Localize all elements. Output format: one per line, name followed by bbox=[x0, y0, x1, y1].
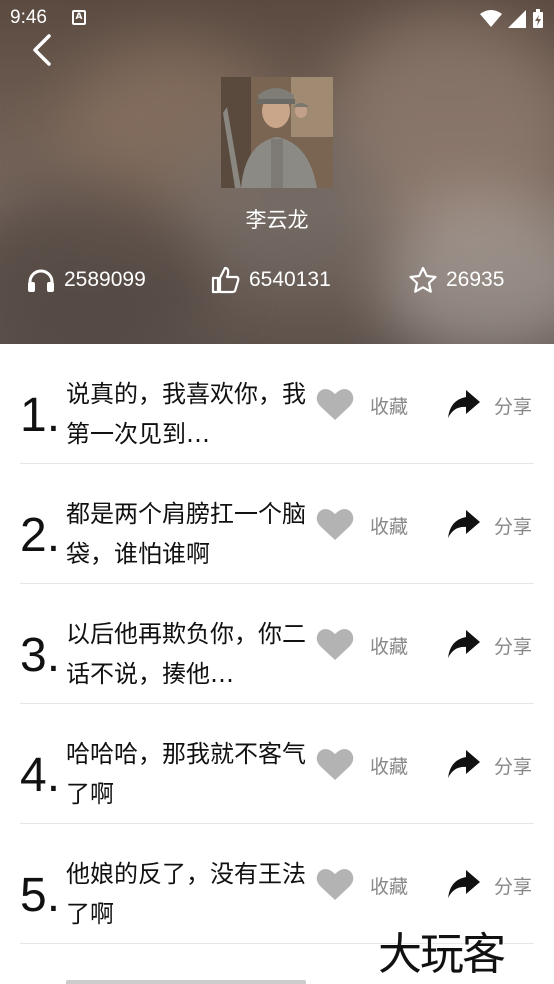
share-label[interactable]: 分享 bbox=[494, 632, 532, 659]
share-label[interactable]: 分享 bbox=[494, 872, 532, 899]
quote-text[interactable]: 都是两个肩膀扛一个脑袋，谁怕谁啊 bbox=[66, 494, 312, 574]
share-icon[interactable] bbox=[446, 628, 482, 660]
heart-icon[interactable] bbox=[316, 747, 354, 781]
signal-icon bbox=[508, 10, 526, 28]
favorite-label[interactable]: 收藏 bbox=[370, 512, 408, 539]
battery-icon bbox=[533, 9, 543, 28]
item-number: 5. bbox=[20, 869, 61, 922]
like-count[interactable]: 6540131 bbox=[211, 264, 331, 296]
item-number: 2. bbox=[20, 509, 61, 562]
status-time: 9:46 bbox=[10, 7, 47, 28]
quote-text[interactable]: 说真的，我喜欢你，我第一次见到… bbox=[66, 374, 312, 454]
star-icon bbox=[409, 266, 437, 293]
share-icon[interactable] bbox=[446, 388, 482, 420]
heart-icon[interactable] bbox=[316, 627, 354, 661]
status-bar: 9:46 A bbox=[0, 0, 554, 38]
share-icon[interactable] bbox=[446, 868, 482, 900]
back-button[interactable] bbox=[24, 30, 58, 70]
favorite-label[interactable]: 收藏 bbox=[370, 392, 408, 419]
favorite-count-value: 26935 bbox=[446, 268, 505, 291]
item-number: 1. bbox=[20, 389, 61, 442]
quote-text[interactable]: 哈哈哈，那我就不客气了啊 bbox=[66, 734, 312, 814]
share-icon[interactable] bbox=[446, 748, 482, 780]
listen-count: 2589099 bbox=[26, 264, 146, 296]
heart-icon[interactable] bbox=[316, 387, 354, 421]
favorite-count[interactable]: 26935 bbox=[408, 264, 504, 296]
chevron-left-icon bbox=[33, 34, 51, 66]
favorite-label[interactable]: 收藏 bbox=[370, 632, 408, 659]
share-label[interactable]: 分享 bbox=[494, 752, 532, 779]
list-item[interactable]: 3. 以后他再欺负你，你二话不说，揍他… 收藏 分享 bbox=[20, 584, 534, 704]
avatar bbox=[221, 77, 333, 188]
share-icon[interactable] bbox=[446, 508, 482, 540]
headphones-icon bbox=[28, 269, 54, 292]
notification-icon: A bbox=[72, 10, 86, 25]
list-item[interactable]: 1. 说真的，我喜欢你，我第一次见到… 收藏 分享 bbox=[20, 344, 534, 464]
share-label[interactable]: 分享 bbox=[494, 392, 532, 419]
quote-text[interactable]: 他娘的反了，没有王法了啊 bbox=[66, 854, 312, 934]
wifi-icon bbox=[480, 10, 502, 27]
item-number: 3. bbox=[20, 629, 61, 682]
profile-name: 李云龙 bbox=[245, 208, 309, 232]
profile-header: 9:46 A 李云龙 2589099 6540131 26935 bbox=[0, 0, 554, 344]
item-number: 4. bbox=[20, 749, 61, 802]
list-item[interactable]: 2. 都是两个肩膀扛一个脑袋，谁怕谁啊 收藏 分享 bbox=[20, 464, 534, 584]
favorite-label[interactable]: 收藏 bbox=[370, 872, 408, 899]
heart-icon[interactable] bbox=[316, 507, 354, 541]
list-item[interactable]: 4. 哈哈哈，那我就不客气了啊 收藏 分享 bbox=[20, 704, 534, 824]
quote-text[interactable]: 以后他再欺负你，你二话不说，揍他… bbox=[66, 614, 312, 694]
favorite-label[interactable]: 收藏 bbox=[370, 752, 408, 779]
watermark: 大玩客 bbox=[378, 929, 506, 980]
like-count-value: 6540131 bbox=[249, 268, 331, 291]
heart-icon[interactable] bbox=[316, 867, 354, 901]
listen-count-value: 2589099 bbox=[64, 268, 146, 291]
thumbs-up-icon bbox=[211, 266, 240, 294]
share-label[interactable]: 分享 bbox=[494, 512, 532, 539]
